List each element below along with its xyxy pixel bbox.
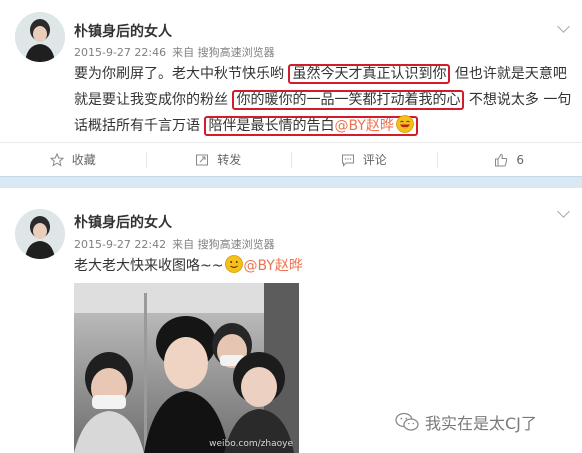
comment-button[interactable]: 评论 <box>291 143 437 176</box>
photo-image <box>74 283 299 453</box>
chevron-down-icon[interactable] <box>557 20 570 33</box>
text-segment: 要为你刷屏了。老大中秋节快乐哟 <box>74 66 289 82</box>
highlight-box-1: 虽然今天才真正认识到你 <box>288 64 451 84</box>
comment-label: 评论 <box>362 153 387 167</box>
avatar[interactable] <box>15 209 65 259</box>
mention-link[interactable]: @BY赵晔 <box>243 258 302 274</box>
user-name[interactable]: 朴镇身后的女人 <box>74 21 172 41</box>
highlight-box-3: 陪伴是最长情的告白@BY赵晔 <box>204 115 418 136</box>
action-bar: 收藏 转发 评论 6 <box>0 142 582 176</box>
text-segment: 话概括所有千言万语 <box>74 118 205 134</box>
text-segment: 就是要让我变成你的粉丝 <box>74 92 233 108</box>
repost-button[interactable]: 转发 <box>145 143 292 176</box>
text-segment: 不想说太多 一句 <box>464 92 572 108</box>
smile-emoji-icon <box>225 255 244 273</box>
thumbs-up-icon <box>495 153 508 166</box>
post-source: 来自 搜狗高速浏览器 <box>172 238 275 251</box>
text-line-3: 话概括所有千言万语 陪伴是最长情的告白@BY赵晔 <box>74 114 418 138</box>
star-icon <box>49 152 64 167</box>
mention-link[interactable]: @BY赵晔 <box>334 118 393 134</box>
watermark-text: 我实在是太CJ了 <box>425 414 537 433</box>
post-meta: 2015-9-27 22:42 来自 搜狗高速浏览器 <box>74 236 281 252</box>
highlight-box-2: 你的暖你的一品一笑都打动着我的心 <box>232 90 465 110</box>
text-segment: 老大老大快来收图咯~~ <box>74 258 224 274</box>
post-date[interactable]: 2015-9-27 22:42 <box>74 238 166 251</box>
post-meta: 2015-9-27 22:46 来自 搜狗高速浏览器 <box>74 44 281 60</box>
text-line-1: 要为你刷屏了。老大中秋节快乐哟 虽然今天才真正认识到你 但也许就是天意吧 <box>74 62 567 86</box>
text-line-2: 就是要让我变成你的粉丝 你的暖你的一品一笑都打动着我的心 不想说太多 一句 <box>74 88 571 112</box>
post-photo[interactable]: weibo.com/zhaoye <box>74 283 299 453</box>
favorite-button[interactable]: 收藏 <box>0 143 146 176</box>
repost-icon <box>196 154 209 165</box>
weibo-post-1: 朴镇身后的女人 2015-9-27 22:46 来自 搜狗高速浏览器 要为你刷屏了… <box>0 0 582 176</box>
chevron-down-icon[interactable] <box>557 205 570 218</box>
post-date[interactable]: 2015-9-27 22:46 <box>74 46 166 59</box>
repost-label: 转发 <box>217 153 242 167</box>
avatar[interactable] <box>15 12 65 62</box>
text-line-1: 老大老大快来收图咯~~ @BY赵晔 <box>74 254 303 278</box>
post-source: 来自 搜狗高速浏览器 <box>172 46 275 59</box>
wechat-icon <box>395 412 419 431</box>
laughing-emoji-icon <box>395 115 414 133</box>
comment-icon <box>341 154 354 167</box>
photo-watermark: weibo.com/zhaoye <box>209 439 293 449</box>
text-segment: 陪伴是最长情的告白 <box>208 118 335 134</box>
account-watermark: 我实在是太CJ了 <box>395 410 537 434</box>
post-separator <box>0 176 582 188</box>
favorite-label: 收藏 <box>71 153 96 167</box>
text-segment: 但也许就是天意吧 <box>450 66 567 82</box>
like-button[interactable]: 6 <box>436 143 582 176</box>
user-name[interactable]: 朴镇身后的女人 <box>74 212 172 232</box>
like-count: 6 <box>516 152 525 167</box>
